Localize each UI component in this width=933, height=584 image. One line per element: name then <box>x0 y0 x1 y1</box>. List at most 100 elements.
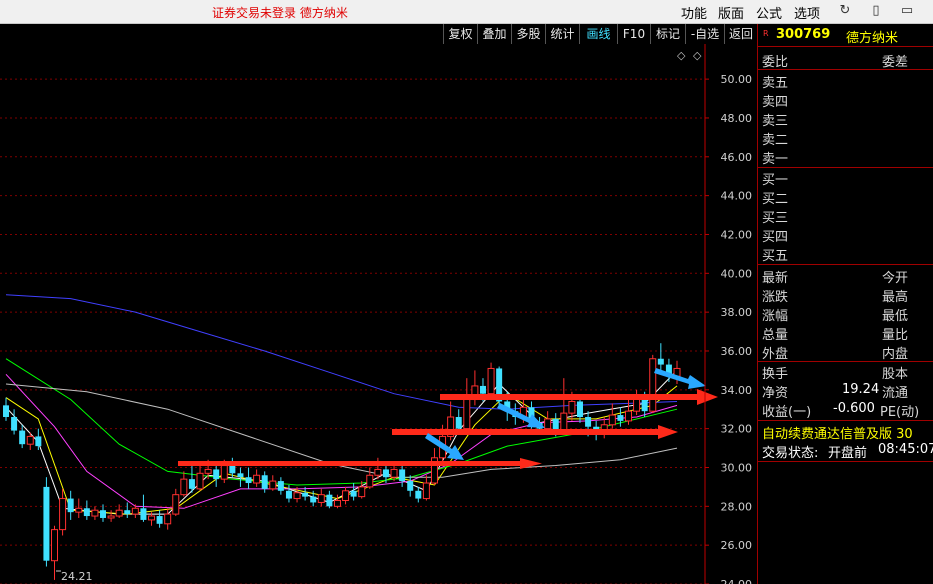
bid-3-label: 买三 <box>762 211 789 226</box>
candle-body <box>608 414 616 426</box>
bid-2-label: 买二 <box>762 192 789 207</box>
candle <box>317 488 325 507</box>
remove-watchlist-button[interactable]: -自选 <box>685 24 724 44</box>
candle-body <box>220 465 228 480</box>
candle-body <box>204 468 212 474</box>
candle <box>140 494 147 522</box>
overlay-button[interactable]: 叠加 <box>477 24 511 44</box>
bid-5-label: 买五 <box>762 249 789 264</box>
y-tick-label: 36.00 <box>721 345 753 358</box>
volume-ratio-label: 量比 <box>882 328 909 343</box>
candle-body <box>342 490 350 502</box>
inner-volume-label: 内盘 <box>882 347 909 362</box>
candle-body <box>487 367 495 395</box>
candle-body <box>124 510 131 515</box>
candle-body <box>560 412 568 432</box>
candle <box>188 463 195 493</box>
candle-body <box>43 486 50 561</box>
menu-layout[interactable]: 版面 <box>718 3 744 22</box>
candle-body <box>51 529 59 562</box>
candle <box>326 490 333 509</box>
candle-body <box>333 500 341 507</box>
candle-body <box>115 509 123 517</box>
candle-body <box>107 515 115 519</box>
candle-body <box>415 490 422 499</box>
candle-body <box>277 481 284 491</box>
candle <box>366 467 374 489</box>
candle-body <box>229 465 236 474</box>
candle <box>430 448 438 485</box>
candle <box>277 477 284 495</box>
candle-body <box>358 486 366 498</box>
minimize-icon[interactable]: ▭ <box>898 2 916 20</box>
multi-stock-button[interactable]: 多股 <box>511 24 545 44</box>
candle <box>422 475 430 501</box>
candle-body <box>366 474 374 488</box>
candle <box>463 378 471 431</box>
mark-button[interactable]: 标记 <box>650 24 685 44</box>
float-shares-label: 流通 <box>882 386 909 401</box>
eps-value: -0.600 <box>833 401 875 416</box>
today-open-label: 今开 <box>882 271 909 286</box>
candle-body <box>568 400 576 414</box>
refresh-icon[interactable]: ↻ <box>836 2 854 20</box>
menu-function[interactable]: 功能 <box>681 3 707 22</box>
y-tick-label: 32.00 <box>721 423 753 436</box>
candle-body <box>261 475 268 489</box>
candlestick-chart[interactable]: ◇ ◇ 50.00 48.00 46.00 44.00 42.00 40.00 38.00 3… <box>0 44 757 584</box>
candle <box>43 477 50 567</box>
candle-body <box>657 358 664 365</box>
latest-label: 最新 <box>762 271 789 286</box>
candle <box>350 483 357 501</box>
y-tick-label: 38.00 <box>721 306 753 319</box>
candle-body <box>317 494 325 503</box>
pe-label: PE(动) <box>880 405 920 420</box>
candle-body <box>172 494 180 515</box>
candle-body <box>310 496 317 503</box>
candle-body <box>479 385 486 394</box>
chart-settings-icon: ◇ <box>693 49 702 62</box>
share-capital-label: 股本 <box>882 367 909 382</box>
candle-body <box>148 515 156 521</box>
candle-body <box>3 405 9 418</box>
statistics-button[interactable]: 统计 <box>545 24 579 44</box>
candle <box>269 475 277 491</box>
y-tick-label: 42.00 <box>721 228 753 241</box>
y-tick-label: 44.00 <box>721 190 753 203</box>
candle-body <box>422 482 430 500</box>
candle-body <box>91 509 99 517</box>
candle-body <box>326 494 333 507</box>
phone-icon[interactable]: ▯ <box>867 2 885 20</box>
candle-body <box>83 508 90 517</box>
trade-status-time: 08:45:07 <box>878 442 933 457</box>
turnover-label: 换手 <box>762 367 789 382</box>
y-tick-label: 48.00 <box>721 112 753 125</box>
candle <box>180 471 188 497</box>
menu-formula[interactable]: 公式 <box>756 3 782 22</box>
candle-body <box>269 480 277 490</box>
menu-options[interactable]: 选项 <box>794 3 820 22</box>
net-assets-value: 19.24 <box>842 382 880 397</box>
outer-volume-label: 外盘 <box>762 347 789 362</box>
restore-rights-button[interactable]: 复权 <box>443 24 477 44</box>
f10-button[interactable]: F10 <box>617 24 650 44</box>
candle-body <box>196 472 204 490</box>
candle-body <box>455 417 462 429</box>
candle <box>75 498 83 518</box>
candle-body <box>100 510 107 518</box>
candle-body <box>544 418 552 430</box>
renewal-notice[interactable]: 自动续费通达信普及版 30 <box>762 423 913 442</box>
trade-status-value: 开盘前 <box>828 446 868 461</box>
y-tick-label: 40.00 <box>721 267 753 280</box>
candle-body <box>188 479 195 489</box>
candle <box>633 389 641 416</box>
candle-body <box>302 492 309 497</box>
y-tick-label: 30.00 <box>721 461 753 474</box>
back-button[interactable]: 返回 <box>724 24 757 44</box>
draw-line-button[interactable]: 画线 <box>579 24 617 44</box>
candle <box>237 467 244 487</box>
candle-body <box>35 436 42 447</box>
candle-body <box>552 418 559 431</box>
candle <box>11 409 18 435</box>
candle <box>107 510 115 522</box>
